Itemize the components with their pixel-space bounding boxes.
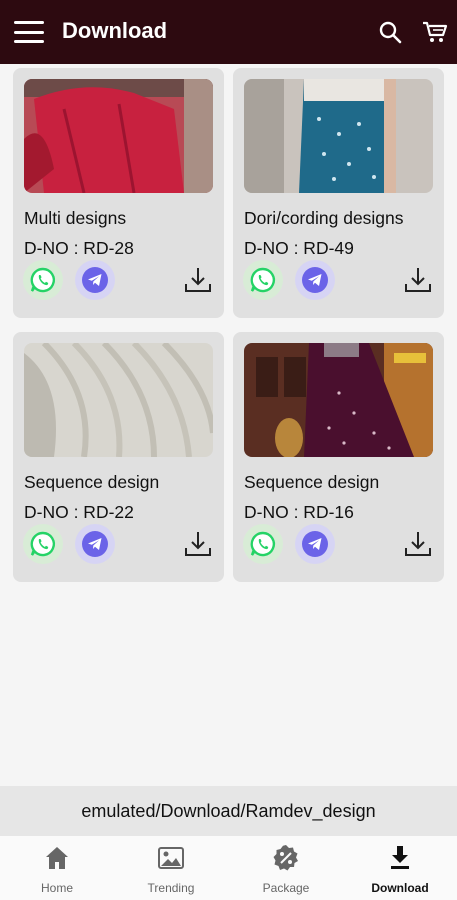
nav-item-label: Download <box>371 881 429 895</box>
nav-item-label: Trending <box>147 881 195 895</box>
whatsapp-icon <box>250 531 276 557</box>
design-name: Multi designs <box>24 208 127 228</box>
nav-item-trending[interactable]: Trending <box>114 836 228 900</box>
search-icon[interactable] <box>378 20 402 44</box>
telegram-icon <box>302 531 328 557</box>
download-path-bar: emulated/Download/Ramdev_design <box>0 786 457 836</box>
download-grid: Multi designs D-NO : RD-28 Dori/cording … <box>0 64 457 786</box>
design-image[interactable] <box>244 343 433 457</box>
telegram-share-button[interactable] <box>75 260 115 300</box>
design-card[interactable]: Multi designs D-NO : RD-28 <box>13 68 224 318</box>
design-code: D-NO : RD-22 <box>24 502 134 522</box>
telegram-icon <box>302 267 328 293</box>
whatsapp-share-button[interactable] <box>23 260 63 300</box>
nav-item-label: Home <box>40 881 73 895</box>
app-bar: Download <box>0 0 457 64</box>
design-code: D-NO : RD-49 <box>244 238 354 258</box>
design-image[interactable] <box>244 79 433 193</box>
package-badge-icon <box>273 845 298 871</box>
home-icon <box>46 847 68 869</box>
telegram-share-button[interactable] <box>295 260 335 300</box>
telegram-icon <box>82 531 108 557</box>
whatsapp-share-button[interactable] <box>23 524 63 564</box>
whatsapp-icon <box>30 267 56 293</box>
menu-icon[interactable] <box>14 21 44 43</box>
download-icon <box>391 846 409 869</box>
download-icon[interactable] <box>183 530 213 558</box>
design-name: Sequence design <box>244 472 380 492</box>
nav-item-home[interactable]: Home <box>0 836 114 900</box>
design-image[interactable] <box>24 79 213 193</box>
bottom-navigation: Home Trending Package Download <box>0 836 457 900</box>
whatsapp-icon <box>30 531 56 557</box>
nav-item-download[interactable]: Download <box>343 836 457 900</box>
design-code: D-NO : RD-28 <box>24 238 134 258</box>
whatsapp-share-button[interactable] <box>243 260 283 300</box>
telegram-icon <box>82 267 108 293</box>
page-title: Download <box>62 18 168 43</box>
whatsapp-icon <box>250 267 276 293</box>
nav-item-package[interactable]: Package <box>229 836 343 900</box>
whatsapp-share-button[interactable] <box>243 524 283 564</box>
design-card[interactable]: Dori/cording designs D-NO : RD-49 <box>233 68 444 318</box>
image-icon <box>158 847 184 869</box>
nav-item-label: Package <box>262 881 310 895</box>
download-path-text: emulated/Download/Ramdev_design <box>81 800 376 821</box>
download-icon[interactable] <box>403 530 433 558</box>
design-card[interactable]: Sequence design D-NO : RD-22 <box>13 332 224 582</box>
download-icon[interactable] <box>403 266 433 294</box>
download-icon[interactable] <box>183 266 213 294</box>
design-name: Sequence design <box>24 472 160 492</box>
design-card[interactable]: Sequence design D-NO : RD-16 <box>233 332 444 582</box>
design-image[interactable] <box>24 343 213 457</box>
telegram-share-button[interactable] <box>75 524 115 564</box>
design-name: Dori/cording designs <box>244 208 404 228</box>
cart-icon[interactable] <box>422 20 448 44</box>
design-code: D-NO : RD-16 <box>244 502 354 522</box>
telegram-share-button[interactable] <box>295 524 335 564</box>
